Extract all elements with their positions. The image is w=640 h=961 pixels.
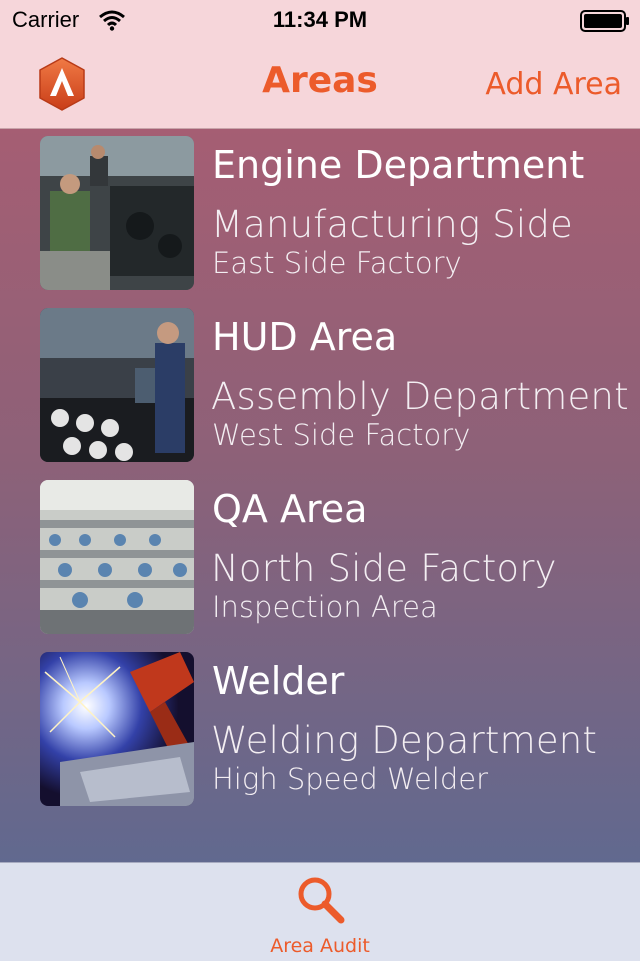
navigation-bar: Areas Add Area — [0, 40, 640, 129]
area-location: West Side Factory — [212, 418, 471, 452]
engine-department-thumbnail — [40, 136, 194, 290]
area-name: Welder — [212, 659, 345, 703]
area-list: Engine Department Manufacturing Side Eas… — [0, 129, 640, 862]
area-department: North Side Factory — [211, 547, 557, 590]
area-department: Assembly Department — [211, 375, 629, 418]
status-time: 11:34 PM — [272, 7, 368, 32]
search-icon — [298, 877, 345, 924]
tab-label: Area Audit — [270, 935, 370, 957]
area-row-hud-area[interactable]: HUD Area Assembly Department West Side F… — [0, 301, 640, 462]
add-area-button[interactable]: Add Area — [485, 67, 622, 102]
area-row-qa-area[interactable]: QA Area North Side Factory Inspection Ar… — [0, 473, 640, 634]
tab-area-audit[interactable]: Area Audit — [240, 863, 400, 961]
area-row-engine-department[interactable]: Engine Department Manufacturing Side Eas… — [0, 129, 640, 290]
qa-area-thumbnail — [40, 480, 194, 634]
status-bar: Carrier 11:34 PM — [0, 0, 640, 40]
area-department: Manufacturing Side — [211, 203, 574, 246]
battery-icon — [580, 10, 629, 32]
area-location: Inspection Area — [212, 590, 438, 624]
area-name: HUD Area — [212, 315, 398, 359]
area-department: Welding Department — [211, 719, 598, 762]
tab-bar: Area Audit — [0, 862, 640, 961]
area-location: High Speed Welder — [212, 762, 489, 796]
area-name: Engine Department — [212, 143, 585, 187]
area-name: QA Area — [212, 487, 368, 531]
hud-area-thumbnail — [40, 308, 194, 462]
area-row-welder[interactable]: Welder Welding Department High Speed Wel… — [0, 645, 640, 806]
area-location: East Side Factory — [212, 246, 462, 280]
welder-thumbnail — [40, 652, 194, 806]
